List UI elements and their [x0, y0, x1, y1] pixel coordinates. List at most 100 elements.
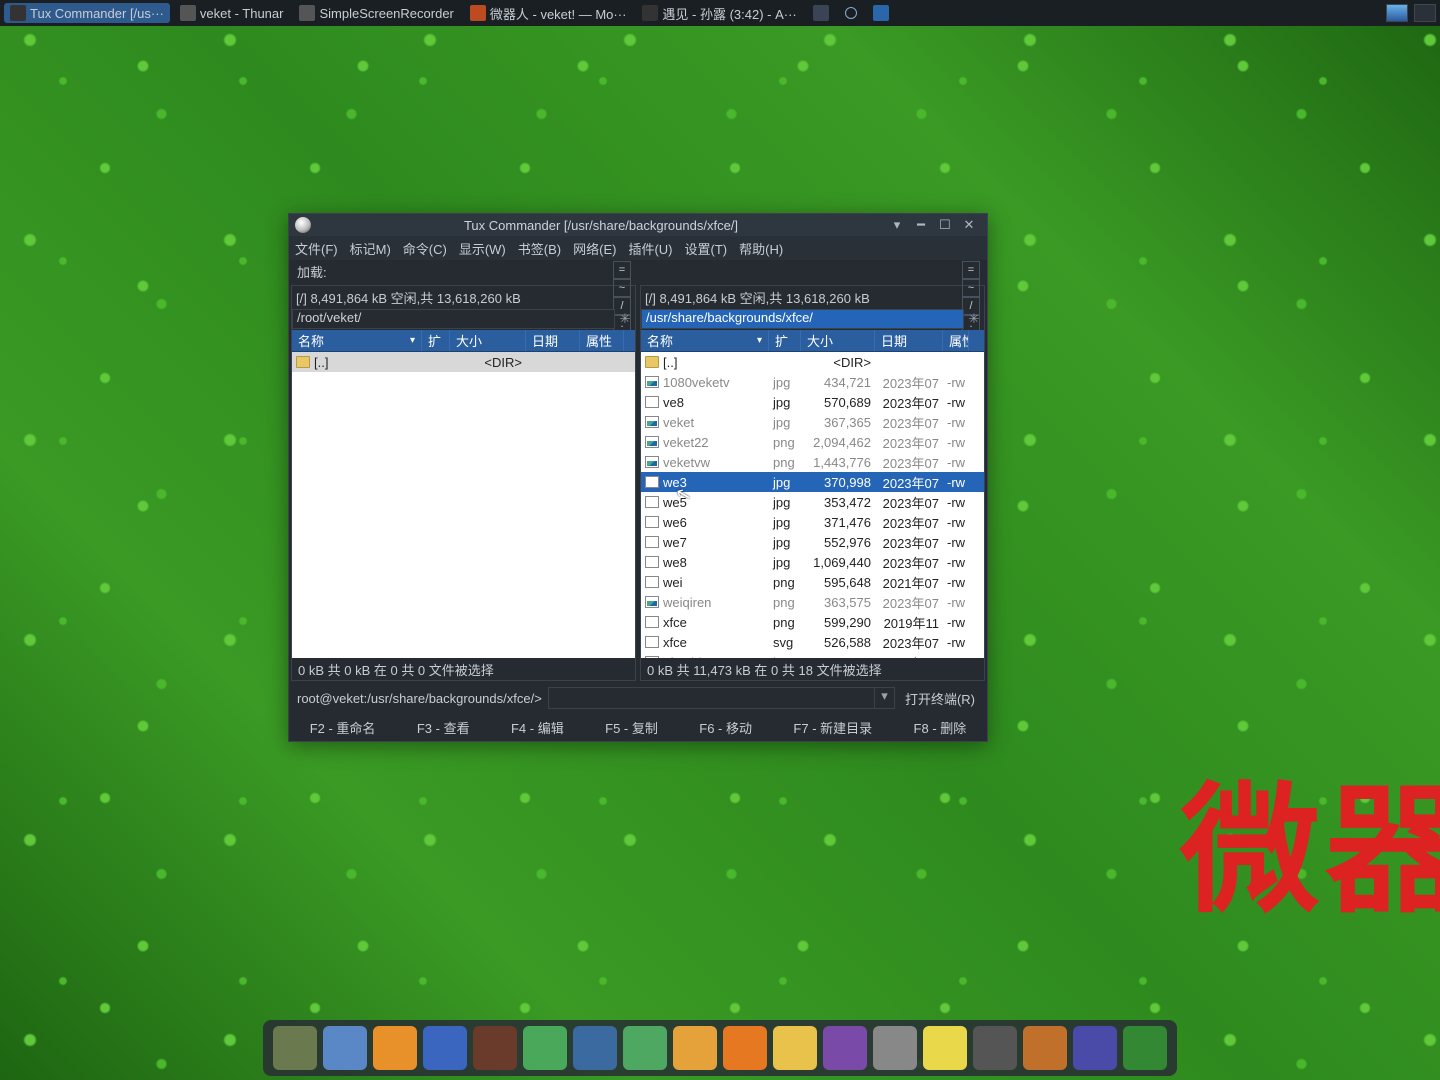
file-row[interactable]: we7jpg552,9762023年07-rw	[641, 532, 984, 552]
function-key-button[interactable]: F5 - 复制	[597, 718, 666, 737]
menu-item[interactable]: 网络(E)	[573, 239, 616, 258]
function-key-button[interactable]: F8 - 删除	[906, 718, 975, 737]
menu-item[interactable]: 命令(C)	[403, 239, 447, 258]
file-row[interactable]: [..]<DIR>	[292, 352, 635, 372]
menu-item[interactable]: 帮助(H)	[739, 239, 783, 258]
window-minimize-button[interactable]: ━	[909, 217, 933, 233]
file-row[interactable]: ve8jpg570,6892023年07-rw	[641, 392, 984, 412]
function-key-button[interactable]: F2 - 重命名	[302, 718, 384, 737]
file-date: 2021年07	[875, 573, 943, 592]
file-row[interactable]: 1080veketvjpg434,7212023年07-rw	[641, 372, 984, 392]
file-icon	[645, 436, 659, 448]
window-maximize-button[interactable]: ☐	[933, 217, 957, 233]
dock-app-icon[interactable]	[973, 1026, 1017, 1070]
menu-item[interactable]: 书签(B)	[518, 239, 561, 258]
file-name: 1080veketv	[663, 375, 730, 390]
taskbar-item[interactable]: 遇见 - 孙露 (3:42) - A···	[636, 3, 802, 23]
dock-app-icon[interactable]	[1023, 1026, 1067, 1070]
dock-app-icon[interactable]	[773, 1026, 817, 1070]
taskbar-item[interactable]: veket - Thunar	[174, 3, 290, 23]
file-row[interactable]: [..]<DIR>	[641, 352, 984, 372]
right-disk-info-bar: [/] 8,491,864 kB 空闲,共 13,618,260 kB =~/.	[641, 286, 984, 308]
tray-monitor-icon[interactable]	[1386, 4, 1408, 22]
left-path-input[interactable]: /root/veket/	[292, 309, 615, 329]
file-row[interactable]: we8jpg1,069,4402023年07-rw	[641, 552, 984, 572]
sort-asc-icon: ▾	[410, 335, 415, 346]
dock-app-icon[interactable]	[523, 1026, 567, 1070]
menu-item[interactable]: 文件(F)	[295, 239, 338, 258]
taskbar-item[interactable]	[867, 3, 895, 23]
dock-app-icon[interactable]	[873, 1026, 917, 1070]
function-key-button[interactable]: F6 - 移动	[691, 718, 760, 737]
dock-app-icon[interactable]	[1073, 1026, 1117, 1070]
file-size: 353,472	[801, 495, 875, 510]
command-input-combo[interactable]: ▾	[548, 687, 895, 709]
file-attr: -rw	[943, 555, 969, 570]
file-row[interactable]: weiqirenpng363,5752023年07-rw	[641, 592, 984, 612]
dock-app-icon[interactable]	[723, 1026, 767, 1070]
file-size: 367,365	[801, 415, 875, 430]
watermark-text: 微器	[1180, 738, 1440, 940]
function-key-button[interactable]: F4 - 编辑	[503, 718, 572, 737]
file-row[interactable]: we6jpg371,4762023年07-rw	[641, 512, 984, 532]
dock-app-icon[interactable]	[623, 1026, 667, 1070]
dock-app-icon[interactable]	[373, 1026, 417, 1070]
file-row[interactable]: veket22png2,094,4622023年07-rw	[641, 432, 984, 452]
window-close-button[interactable]: ✕	[957, 217, 981, 233]
taskbar-item[interactable]: 微器人 - veket! — Mo···	[464, 3, 633, 23]
dock-app-icon[interactable]	[823, 1026, 867, 1070]
dock-app-icon[interactable]	[423, 1026, 467, 1070]
tray-desktop-button[interactable]	[1414, 4, 1436, 22]
file-row[interactable]: we5jpg353,4722023年07-rw	[641, 492, 984, 512]
file-row[interactable]: we3jpg370,9982023年07-rw	[641, 472, 984, 492]
file-size: 526,588	[801, 635, 875, 650]
window-titlebar[interactable]: Tux Commander [/usr/share/backgrounds/xf…	[289, 214, 987, 236]
dock-app-icon[interactable]	[323, 1026, 367, 1070]
taskbar-item[interactable]	[807, 3, 835, 23]
file-row[interactable]: xfcesvg526,5882023年07-rw	[641, 632, 984, 652]
taskbar-item-icon	[10, 5, 26, 21]
file-icon	[645, 516, 659, 528]
right-file-list[interactable]: [..]<DIR>1080veketvjpg434,7212023年07-rwv…	[641, 352, 984, 658]
taskbar-item-icon	[845, 7, 857, 19]
file-row[interactable]: weipng595,6482021年07-rw	[641, 572, 984, 592]
command-input[interactable]	[549, 688, 874, 708]
menu-item[interactable]: 标记M)	[350, 239, 391, 258]
taskbar-item-label: veket - Thunar	[200, 6, 284, 21]
disk-shortcut-button[interactable]: ~	[962, 279, 980, 297]
menu-item[interactable]: 显示(W)	[459, 239, 506, 258]
disk-shortcut-button[interactable]: =	[613, 261, 631, 279]
right-bookmark-star-icon[interactable]: ✳	[964, 311, 984, 327]
function-key-button[interactable]: F3 - 查看	[409, 718, 478, 737]
dock-app-icon[interactable]	[573, 1026, 617, 1070]
file-attr: -rw	[943, 495, 969, 510]
dock-app-icon[interactable]	[473, 1026, 517, 1070]
menu-item[interactable]: 插件(U)	[628, 239, 672, 258]
file-row[interactable]: veketvwpng1,443,7762023年07-rw	[641, 452, 984, 472]
left-file-list[interactable]: [..]<DIR>	[292, 352, 635, 658]
dock-app-icon[interactable]	[1123, 1026, 1167, 1070]
file-ext: svg	[769, 635, 801, 650]
taskbar-item[interactable]: Tux Commander [/us···	[4, 3, 170, 23]
dock-app-icon[interactable]	[673, 1026, 717, 1070]
file-row[interactable]: veketjpg367,3652023年07-rw	[641, 412, 984, 432]
dock-app-icon[interactable]	[273, 1026, 317, 1070]
command-history-dropdown-icon[interactable]: ▾	[874, 688, 894, 708]
disk-shortcut-button[interactable]: =	[962, 261, 980, 279]
right-column-header[interactable]: 名称▾ 扩 大小 日期 属性	[641, 330, 984, 352]
taskbar-item-icon	[180, 5, 196, 21]
window-menu-button[interactable]: ▾	[885, 217, 909, 233]
function-key-button[interactable]: F7 - 新建目录	[785, 718, 880, 737]
dock-app-icon[interactable]	[923, 1026, 967, 1070]
right-path-input[interactable]: /usr/share/backgrounds/xfce/	[641, 309, 964, 329]
taskbar-item[interactable]	[839, 3, 863, 23]
left-column-header[interactable]: 名称▾ 扩 大小 日期 属性	[292, 330, 635, 352]
menu-item[interactable]: 设置(T)	[685, 239, 728, 258]
function-key-bar: F2 - 重命名 F3 - 查看 F4 - 编辑 F5 - 复制 F6 - 移动 F7 -…	[289, 713, 987, 741]
file-size: 371,476	[801, 515, 875, 530]
file-row[interactable]: xfcepng599,2902019年11-rw	[641, 612, 984, 632]
open-terminal-button[interactable]: 打开终端(R)	[901, 689, 979, 708]
taskbar-item[interactable]: SimpleScreenRecorder	[293, 3, 459, 23]
disk-shortcut-button[interactable]: ~	[613, 279, 631, 297]
left-bookmark-star-icon[interactable]: ✳	[615, 311, 635, 327]
